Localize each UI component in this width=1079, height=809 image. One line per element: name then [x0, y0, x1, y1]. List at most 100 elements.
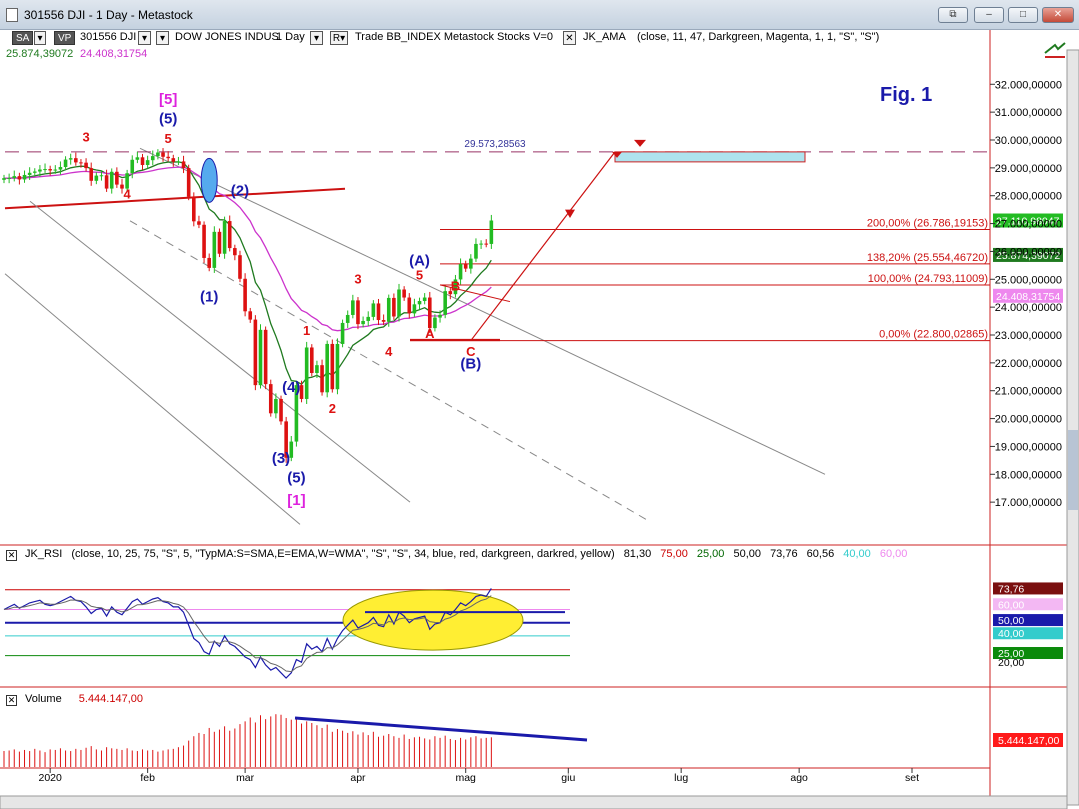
price-tick-label: 19.000,00000 — [995, 441, 1062, 453]
candle-body — [43, 169, 47, 171]
candle-body — [227, 221, 232, 249]
wave-label: A — [425, 326, 435, 341]
candle-body — [474, 243, 478, 259]
wave-label: 2 — [329, 401, 336, 416]
chart-canvas[interactable]: 29.573,28563 200,00% (26.786,19153) 138,20… — [0, 0, 1079, 809]
target-arrow-top — [634, 139, 646, 147]
candle-body — [330, 343, 335, 390]
candle-body — [222, 221, 227, 254]
wave-label: 4 — [124, 187, 132, 202]
candle-body — [207, 257, 211, 268]
candle-body — [320, 365, 324, 393]
candle-body — [479, 243, 483, 245]
candle-body — [48, 169, 52, 171]
wave-label: 3 — [82, 129, 89, 144]
candle-body — [315, 365, 319, 373]
candle-body — [335, 343, 340, 390]
wave-label: [5] — [159, 91, 177, 108]
candle-body — [109, 171, 114, 189]
candle-body — [463, 264, 468, 269]
scrollbar-thumb[interactable] — [1068, 430, 1078, 510]
wave-label: 5 — [165, 131, 172, 146]
price-tick-label: 17.000,00000 — [995, 497, 1062, 509]
candle-body — [176, 161, 181, 163]
candle-body — [253, 319, 258, 386]
time-tick-label: set — [905, 772, 919, 784]
rsi-value-3: 25,00 — [696, 548, 725, 560]
trendline-red — [4, 187, 346, 210]
tool-icon[interactable] — [1044, 42, 1066, 58]
price-tick-label: 27.000,00000 — [995, 219, 1062, 231]
candle-body — [115, 171, 119, 185]
price-tick-label: 32.000,00000 — [995, 79, 1062, 91]
rsi-remove-checkbox[interactable]: ✕ — [6, 550, 17, 561]
candle-body — [212, 231, 217, 268]
top-ellipse — [200, 157, 218, 203]
candle-body — [68, 158, 73, 160]
candle-body — [361, 320, 365, 325]
candle-body — [171, 158, 176, 162]
wave-label: (2) — [231, 183, 249, 200]
rsi-value-6: 60,56 — [806, 548, 835, 560]
candle-body — [310, 347, 314, 373]
horizontal-scrollbar[interactable] — [0, 795, 1068, 809]
figure-title: Fig. 1 — [880, 84, 933, 106]
rsi-tag-label: 50,00 — [998, 615, 1024, 627]
volume-value: 5.444.147,00 — [78, 693, 143, 705]
wave-label: (5) — [159, 110, 177, 127]
wave-label: (1) — [200, 289, 218, 306]
fib-level-label: 200,00% (26.786,19153) — [867, 218, 988, 230]
candle-body — [58, 167, 63, 170]
candle-body — [202, 224, 206, 258]
candle-body — [438, 314, 442, 318]
fib-level-label: 0,00% (22.800,02865) — [879, 329, 988, 341]
time-tick-label: apr — [350, 772, 366, 784]
candle-body — [304, 347, 309, 399]
wave-label: 5 — [416, 267, 423, 282]
price-tick-label: 29.000,00000 — [995, 163, 1062, 175]
candle-body — [443, 291, 447, 315]
volume-header: ✕ Volume 5.444.147,00 — [6, 693, 143, 706]
candle-body — [22, 174, 27, 180]
wave-label: 4 — [385, 344, 393, 359]
candle-body — [489, 220, 494, 244]
rsi-value-2: 75,00 — [660, 548, 688, 560]
candle-body — [397, 289, 401, 317]
candle-body — [79, 162, 83, 164]
wave-label: (3) — [272, 450, 290, 467]
vertical-scrollbar[interactable] — [1066, 49, 1079, 806]
candle-body — [258, 329, 263, 386]
candle-body — [150, 156, 155, 161]
candle-body — [140, 157, 145, 166]
rsi-params: (close, 10, 25, 75, "S", 5, "TypMA:S=SMA… — [71, 548, 615, 560]
rsi-tag-label: 20,00 — [998, 657, 1024, 669]
candle-body — [233, 248, 237, 256]
time-tick-label: mag — [455, 772, 476, 784]
rsi-name[interactable]: JK_RSI — [25, 548, 62, 560]
price-tick-label: 18.000,00000 — [995, 469, 1062, 481]
price-tick-label: 21.000,00000 — [995, 386, 1062, 398]
candle-body — [63, 159, 68, 168]
volume-name[interactable]: Volume — [25, 693, 62, 705]
price-tick-label: 30.000,00000 — [995, 135, 1062, 147]
target-zone — [614, 151, 806, 163]
price-tick-label: 23.000,00000 — [995, 330, 1062, 342]
candle-body — [274, 398, 278, 414]
volume-trend-line — [294, 716, 588, 742]
candle-body — [53, 169, 58, 171]
candle-body — [238, 255, 242, 279]
rsi-header: ✕ JK_RSI (close, 10, 25, 75, "S", 5, "Typ… — [6, 548, 907, 561]
wave-label: B — [451, 278, 460, 293]
price-tick-label: 26.000,00000 — [995, 246, 1062, 258]
candle-body — [94, 175, 99, 181]
volume-remove-checkbox[interactable]: ✕ — [6, 695, 17, 706]
candle-body — [392, 297, 396, 317]
candle-body — [345, 314, 350, 323]
candle-body — [279, 398, 283, 422]
candle-body — [371, 303, 376, 317]
time-tick-label: giu — [561, 772, 575, 784]
candle-body — [325, 343, 329, 393]
candle-body — [89, 168, 94, 181]
candle-body — [7, 178, 11, 180]
candle-body — [381, 320, 386, 322]
